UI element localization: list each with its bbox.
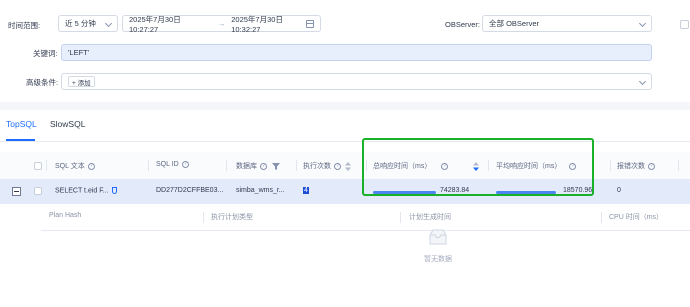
select-all-checkbox[interactable] xyxy=(34,162,42,170)
column-plan-time: 计划生成时间 xyxy=(409,214,451,221)
tab-slowsql[interactable]: SlowSQL xyxy=(50,119,85,129)
column-separator xyxy=(296,160,297,171)
column-separator xyxy=(678,160,679,171)
column-sql-text-label: SQL 文本 xyxy=(55,163,85,170)
range-arrow: → xyxy=(217,19,226,28)
column-error-count[interactable]: 报错次数? xyxy=(617,161,655,171)
column-separator xyxy=(601,212,602,223)
collapse-row-button[interactable] xyxy=(12,187,21,196)
column-database-label: 数据库 xyxy=(236,163,257,170)
help-icon[interactable]: ? xyxy=(260,162,267,170)
time-preset-value: 近 5 分钟 xyxy=(65,19,96,28)
cell-sql-text[interactable]: SELECT t.eid F... xyxy=(55,187,117,194)
column-exec-count[interactable]: 执行次数? xyxy=(303,161,351,171)
sql-text-value: SELECT t.eid F... xyxy=(55,187,109,195)
option-checkbox[interactable] xyxy=(680,20,689,29)
column-separator xyxy=(148,160,149,171)
advanced-label: 高级条件: xyxy=(26,78,59,87)
keyword-value: 'LEFT' xyxy=(68,48,90,57)
observer-label: OBServer: xyxy=(445,20,481,29)
add-condition-button[interactable]: + 添加 xyxy=(68,76,95,87)
column-plan-hash: Plan Hash xyxy=(49,212,82,219)
chevron-down-icon xyxy=(104,19,113,28)
keyword-label: 关键词: xyxy=(33,49,58,58)
keyword-input[interactable]: 'LEFT' xyxy=(61,44,652,61)
calendar-icon xyxy=(306,20,314,28)
empty-inbox-icon xyxy=(429,229,447,245)
column-cpu-time: CPU 时间（ms） xyxy=(609,214,664,221)
help-icon[interactable]: ? xyxy=(181,161,189,168)
time-range-label: 时间范围: xyxy=(8,21,41,30)
row-checkbox[interactable] xyxy=(34,187,42,195)
help-icon[interactable]: ? xyxy=(648,162,655,170)
empty-state-text: 暂无数据 xyxy=(424,256,452,263)
column-separator xyxy=(226,160,227,171)
chevron-down-icon xyxy=(638,19,647,28)
column-error-count-label: 报错次数 xyxy=(617,163,645,170)
observer-value: 全部 OBServer xyxy=(489,19,540,28)
column-sql-text[interactable]: SQL 文本? xyxy=(55,161,95,171)
end-time: 2025年7月30日 10:32:27 xyxy=(231,14,283,34)
tab-topsql[interactable]: TopSQL xyxy=(6,119,37,129)
cell-error-count: 0 xyxy=(617,187,621,194)
filter-panel: 时间范围: 近 5 分钟 2025年7月30日 10:27:27 → 2025年… xyxy=(0,0,690,102)
sort-icon[interactable] xyxy=(345,161,351,171)
time-preset-select[interactable]: 近 5 分钟 xyxy=(58,15,118,32)
subtable-divider xyxy=(41,230,690,231)
filter-icon[interactable] xyxy=(272,162,280,170)
observer-select[interactable]: 全部 OBServer xyxy=(482,15,652,32)
column-database[interactable]: 数据库? xyxy=(236,161,280,171)
column-separator xyxy=(46,160,47,171)
column-exec-count-label: 执行次数 xyxy=(303,163,331,170)
column-separator xyxy=(610,160,611,171)
column-separator xyxy=(400,212,401,223)
help-icon[interactable]: ? xyxy=(334,162,341,170)
column-sql-id-label: SQL ID xyxy=(156,161,179,168)
shield-icon xyxy=(111,187,117,194)
advanced-conditions-field[interactable]: + 添加 xyxy=(61,73,652,90)
plan-subtable-header: Plan Hash 执行计划类型 计划生成时间 CPU 时间（ms） xyxy=(41,204,690,230)
chevron-down-icon xyxy=(638,77,647,86)
cell-sql-id: DD277D2CFFBE03... xyxy=(156,187,224,194)
cell-database: simba_wms_r... xyxy=(236,187,285,194)
cell-exec-count: 4 xyxy=(303,187,309,194)
column-plan-type: 执行计划类型 xyxy=(211,214,253,221)
column-sql-id[interactable]: SQL ID? xyxy=(156,161,189,168)
start-time: 2025年7月30日 10:27:27 xyxy=(129,14,181,34)
column-separator xyxy=(203,212,204,223)
help-icon[interactable]: ? xyxy=(87,162,95,170)
date-range-picker[interactable]: 2025年7月30日 10:27:27 → 2025年7月30日 10:32:2… xyxy=(122,14,321,34)
highlight-annotation-box xyxy=(362,138,594,196)
